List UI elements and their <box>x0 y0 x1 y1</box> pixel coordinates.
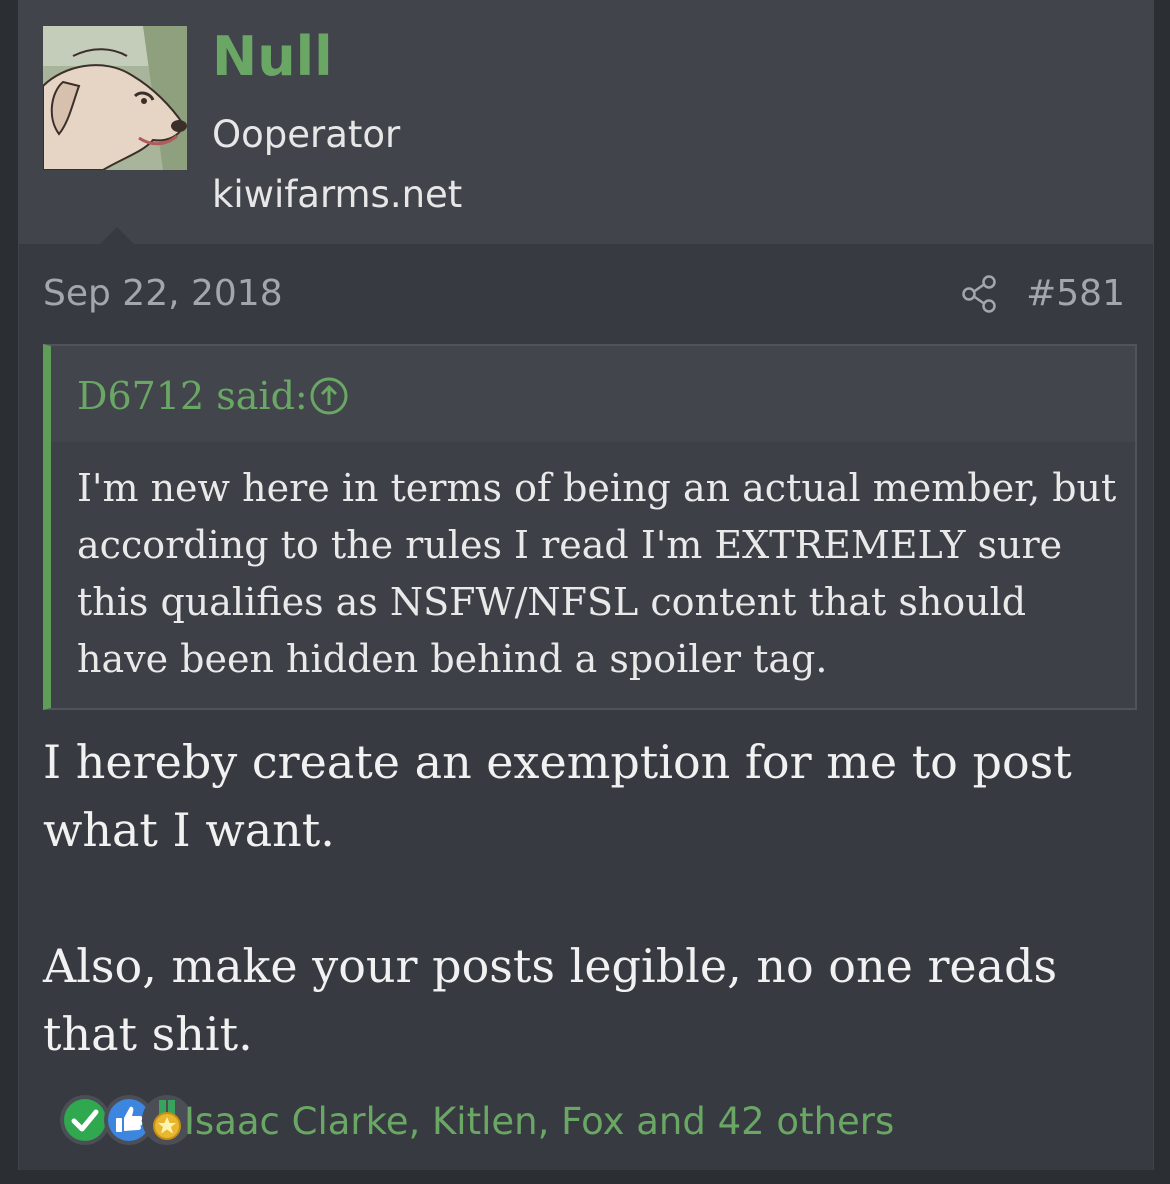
message-body: I hereby create an exemption for me to p… <box>43 728 1133 1068</box>
post-number-link[interactable]: #581 <box>1026 272 1125 315</box>
user-header: Null Ooperator kiwifarms.net <box>19 0 1153 245</box>
quote-author[interactable]: D6712 said: <box>77 374 308 420</box>
dog-avatar-image <box>43 26 187 170</box>
user-title: Ooperator <box>212 113 401 156</box>
jump-to-quote-icon[interactable] <box>309 376 349 416</box>
header-pointer <box>99 227 135 245</box>
share-icon[interactable] <box>961 274 999 314</box>
quote-header: D6712 said: <box>51 346 1135 442</box>
username-link[interactable]: Null <box>212 30 333 84</box>
quote-block: D6712 said: I'm new here in terms of bei… <box>43 344 1137 710</box>
user-site: kiwifarms.net <box>212 173 463 216</box>
post-container: Null Ooperator kiwifarms.net Sep 22, 201… <box>18 0 1154 1170</box>
message-paragraph: Also, make your posts legible, no one re… <box>43 939 1058 1061</box>
reaction-summary-link[interactable]: Isaac Clarke, Kitlen, Fox and 42 others <box>184 1100 894 1144</box>
message-paragraph: I hereby create an exemption for me to p… <box>43 735 1072 857</box>
post-date[interactable]: Sep 22, 2018 <box>43 272 283 315</box>
avatar[interactable] <box>43 26 187 170</box>
quote-text: I'm new here in terms of being an actual… <box>77 466 1117 681</box>
reaction-icons[interactable] <box>41 1094 192 1148</box>
